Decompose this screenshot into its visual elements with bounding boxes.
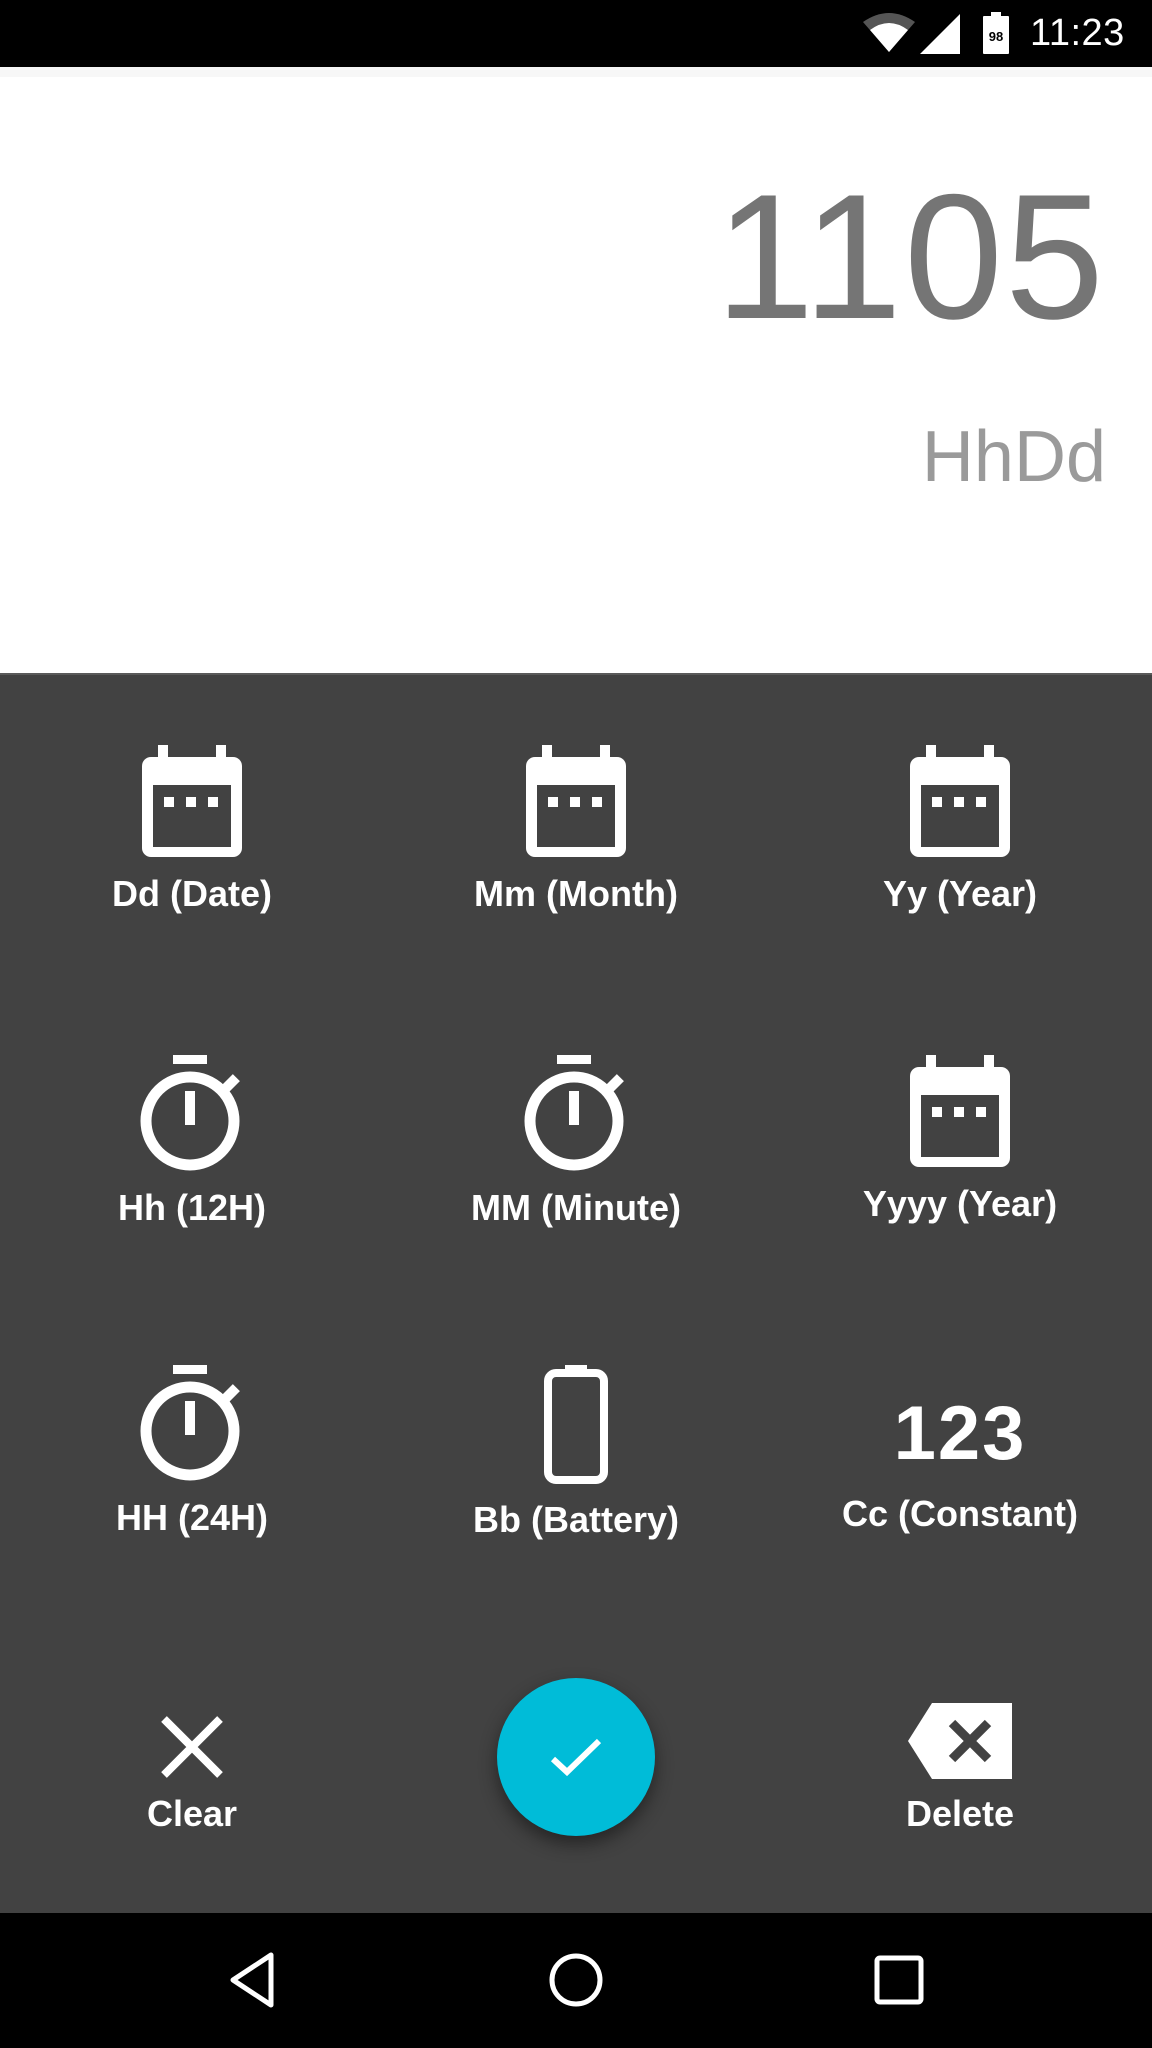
clear-button[interactable]: Clear <box>0 1695 384 1935</box>
key-label: Dd (Date) <box>112 873 272 914</box>
key-hour-12h[interactable]: Hh (12H) <box>0 985 384 1228</box>
home-button[interactable] <box>541 1945 611 2015</box>
back-icon <box>230 1952 274 2008</box>
calendar-icon <box>137 745 247 859</box>
check-icon <box>550 1738 602 1777</box>
backspace-icon <box>905 1695 1015 1779</box>
navigation-bar <box>0 1913 1152 2048</box>
wifi-icon <box>863 13 915 52</box>
display-format: HhDd <box>921 417 1106 497</box>
key-battery[interactable]: Bb (Battery) <box>384 1295 768 1540</box>
numeric-123-icon: 123 <box>893 1391 1027 1476</box>
timer-icon <box>137 1365 247 1483</box>
key-hour-24h[interactable]: HH (24H) <box>0 1295 384 1538</box>
delete-button[interactable]: Delete <box>768 1695 1152 1935</box>
calendar-icon <box>905 1055 1015 1169</box>
timer-icon <box>521 1055 631 1173</box>
recents-icon <box>874 1955 924 2005</box>
delete-label: Delete <box>905 1793 1015 1834</box>
key-year-short[interactable]: Yy (Year) <box>768 675 1152 915</box>
display-panel: 1105 HhDd <box>0 67 1152 673</box>
calendar-icon <box>521 745 631 859</box>
battery-outline-icon <box>521 1365 631 1485</box>
battery-icon: 98 <box>983 12 1009 54</box>
back-button[interactable] <box>218 1945 288 2015</box>
svg-text:98: 98 <box>989 29 1003 44</box>
cell-signal-icon <box>920 14 960 54</box>
key-label: Cc (Constant) <box>842 1493 1078 1534</box>
key-date[interactable]: Dd (Date) <box>0 675 384 915</box>
clock: 11:23 <box>1030 12 1125 54</box>
display-value: 1105 <box>715 157 1106 356</box>
status-bar: 98 11:23 <box>0 0 1152 67</box>
clear-label: Clear <box>146 1793 238 1834</box>
key-minute[interactable]: MM (Minute) <box>384 985 768 1228</box>
key-label: Yy (Year) <box>882 873 1038 914</box>
key-year-full[interactable]: Yyyy (Year) <box>768 985 1152 1225</box>
key-label: Hh (12H) <box>117 1187 266 1228</box>
timer-icon <box>137 1055 247 1173</box>
recents-button[interactable] <box>864 1945 934 2015</box>
key-label: Mm (Month) <box>474 873 678 914</box>
home-icon <box>549 1953 603 2007</box>
key-label: MM (Minute) <box>471 1187 681 1228</box>
confirm-button[interactable] <box>497 1678 655 1836</box>
key-month[interactable]: Mm (Month) <box>384 675 768 915</box>
key-label: HH (24H) <box>115 1497 268 1538</box>
calendar-icon <box>905 745 1015 859</box>
key-constant[interactable]: 123 Cc (Constant) <box>768 1295 1152 1535</box>
close-icon <box>137 1695 247 1779</box>
key-label: Yyyy (Year) <box>862 1183 1058 1224</box>
key-label: Bb (Battery) <box>472 1499 679 1540</box>
